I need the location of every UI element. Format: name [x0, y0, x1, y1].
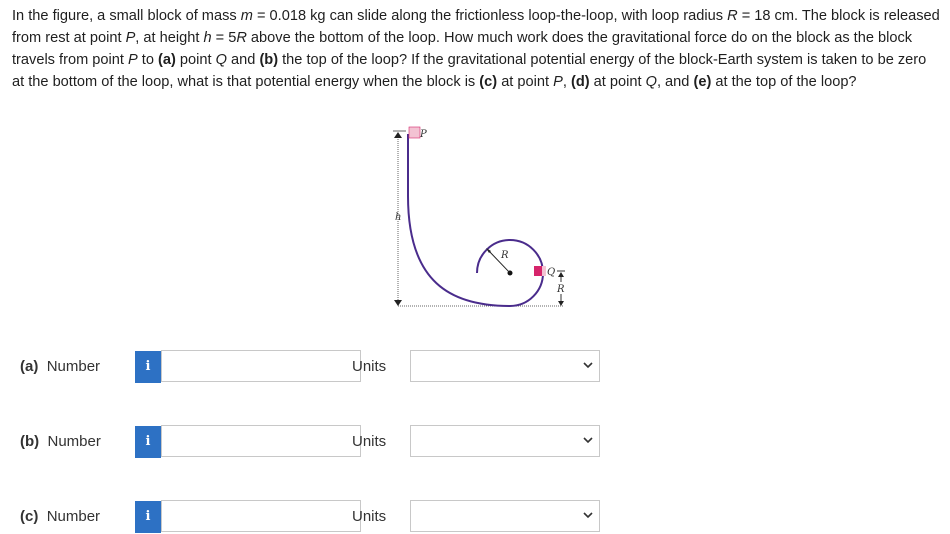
units-select[interactable] — [410, 500, 600, 532]
symbol-r: R — [727, 8, 738, 24]
question-text-part: = 0.018 kg can slide along the frictionl… — [252, 8, 728, 24]
symbol-p: P — [127, 52, 138, 68]
symbol-p: P — [553, 74, 563, 90]
chevron-down-icon — [583, 437, 593, 444]
question-text-part: , and — [656, 74, 694, 90]
symbol-r: R — [236, 30, 247, 46]
part-tag-a: (a) — [158, 52, 176, 68]
block-at-q-shade — [542, 266, 546, 276]
chevron-down-icon — [583, 512, 593, 519]
block-at-q — [534, 266, 542, 276]
answer-label: (b) Number — [20, 433, 101, 450]
symbol-q: Q — [215, 52, 227, 68]
question-text-part: , — [562, 74, 571, 90]
chevron-down-icon — [583, 362, 593, 369]
part-tag-e: (e) — [693, 74, 712, 90]
question-text-part: at point — [589, 74, 646, 90]
number-label: Number — [46, 358, 101, 375]
number-input[interactable] — [161, 425, 361, 457]
label-h: h — [395, 212, 401, 223]
question-text-part: at point — [497, 74, 554, 90]
number-label: Number — [46, 508, 101, 525]
side-r-arrow-top — [558, 272, 564, 277]
symbol-h: h — [203, 30, 212, 46]
label-r-loop: R — [500, 250, 509, 261]
units-label: Units — [352, 358, 387, 375]
part-tag: (c) — [20, 508, 39, 525]
label-q: Q — [547, 267, 555, 278]
question-text: In the figure, a small block of mass m =… — [12, 5, 940, 93]
question-text-part: at the top of the loop? — [711, 74, 857, 90]
loop-figure-svg: h P R Q R — [393, 126, 566, 308]
label-p: P — [419, 129, 427, 140]
part-tag-b: (b) — [259, 52, 279, 68]
height-arrow-bottom — [394, 300, 402, 306]
info-icon[interactable]: i — [135, 426, 161, 458]
info-icon[interactable]: i — [135, 351, 161, 383]
number-input[interactable] — [161, 350, 361, 382]
symbol-q: Q — [645, 74, 657, 90]
block-at-p — [408, 126, 421, 139]
side-r-arrow-bottom — [558, 301, 564, 306]
label-r-side: R — [556, 284, 565, 295]
units-label: Units — [352, 508, 387, 525]
loop-the-loop-figure: h P R Q R — [360, 122, 590, 317]
height-arrow-top — [394, 132, 402, 138]
units-select[interactable] — [410, 425, 600, 457]
info-icon[interactable]: i — [135, 501, 161, 533]
number-label: Number — [47, 433, 101, 450]
units-select[interactable] — [410, 350, 600, 382]
loop-track — [407, 134, 544, 308]
question-text-part: point — [175, 52, 216, 68]
symbol-m: m — [240, 8, 253, 24]
question-text-part: = 5 — [211, 30, 237, 46]
units-label: Units — [352, 433, 387, 450]
number-input[interactable] — [161, 500, 361, 532]
part-tag: (b) — [20, 433, 40, 450]
part-tag: (a) — [20, 358, 39, 375]
question-text-part: to — [137, 52, 158, 68]
question-text-part: and — [226, 52, 260, 68]
question-text-part: In the figure, a small block of mass — [12, 8, 241, 24]
answer-label: (a) Number — [20, 358, 100, 375]
part-tag-d: (d) — [570, 74, 590, 90]
part-tag-c: (c) — [479, 74, 498, 90]
question-text-part: , at height — [135, 30, 204, 46]
symbol-p: P — [125, 30, 136, 46]
answer-label: (c) Number — [20, 508, 100, 525]
